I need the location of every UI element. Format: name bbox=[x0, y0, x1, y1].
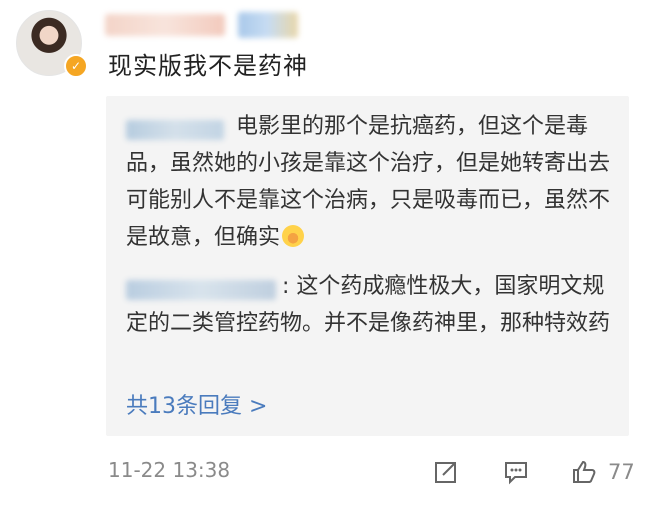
comment-icon[interactable] bbox=[502, 458, 530, 486]
laughing-crying-emoji-icon bbox=[282, 225, 305, 247]
post-text: 现实版我不是药神 bbox=[108, 52, 308, 80]
comment-box: 电影里的那个是抗癌药，但这个是毒品，虽然她的小孩是靠这个治疗，但是她转寄出去可能… bbox=[106, 96, 629, 436]
timestamp: 11-22 13:38 bbox=[108, 458, 231, 482]
reply-text: 电影里的那个是抗癌药，但这个是毒品，虽然她的小孩是靠这个治疗，但是她转寄出去可能… bbox=[126, 108, 616, 256]
like-icon[interactable] bbox=[570, 458, 598, 486]
reply-text-content: 电影里的那个是抗癌药，但这个是毒品，虽然她的小孩是靠这个治疗，但是她转寄出去可能… bbox=[126, 114, 611, 250]
verified-badge-icon: ✓ bbox=[64, 54, 88, 78]
reply-text-2: : 这个药成瘾性极大，国家明文规定的二类管控药物。并不是像药神里，那种特效药 bbox=[126, 274, 611, 336]
username-blurred[interactable] bbox=[105, 14, 225, 36]
post-footer: 11-22 13:38 77 bbox=[108, 458, 635, 488]
like-count: 77 bbox=[608, 460, 635, 484]
more-replies-link[interactable]: 共13条回复 > bbox=[126, 388, 267, 420]
share-icon[interactable] bbox=[432, 458, 460, 486]
username-badge-blurred bbox=[238, 12, 298, 38]
